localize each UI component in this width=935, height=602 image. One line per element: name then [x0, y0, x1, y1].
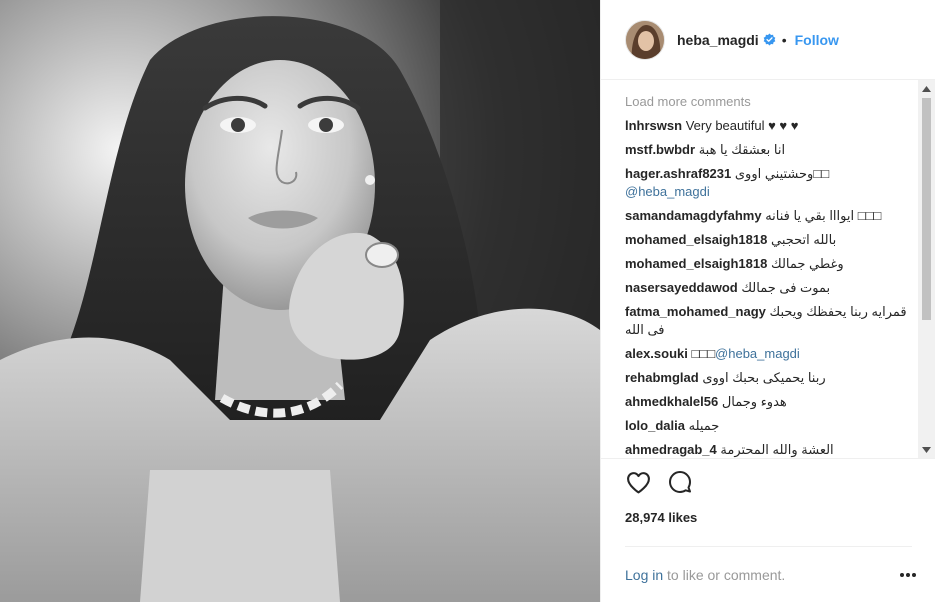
avatar-image: [626, 20, 664, 59]
comment-username[interactable]: samandamagdyfahmy: [625, 208, 762, 223]
comment-username[interactable]: ahmedragab_4: [625, 442, 717, 457]
comment-text: انا بعشقك يا هبة: [695, 142, 786, 157]
comment-item: ahmedragab_4 العشة والله المحترمة: [625, 441, 915, 458]
comment-item: lolo_dalia جميله: [625, 417, 915, 435]
comments-list[interactable]: Load more comments lnhrswsn Very beautif…: [601, 80, 935, 458]
comment-item: hager.ashraf8231 وحشتيني اووى□□ @heba_mag…: [625, 165, 915, 201]
comment-item: mstf.bwbdr انا بعشقك يا هبة: [625, 141, 915, 159]
comment-item: rehabmglad ربنا يحميكى بحبك اووى: [625, 369, 915, 387]
comment-item: samandamagdyfahmy ايوااا بقي يا فنانه □□…: [625, 207, 915, 225]
comment-item: alex.souki □□□@heba_magdi: [625, 345, 915, 363]
comment-username[interactable]: rehabmglad: [625, 370, 699, 385]
comment-item: mohamed_elsaigh1818 وغطي جمالك: [625, 255, 915, 273]
comment-item: nasersayeddawod بموت فى جمالك: [625, 279, 915, 297]
comment-text: العشة والله المحترمة: [716, 442, 834, 457]
comment-text: بموت فى جمالك: [737, 280, 831, 295]
avatar[interactable]: [625, 19, 665, 60]
comment-username[interactable]: ahmedkhalel56: [625, 394, 718, 409]
comment-username[interactable]: lnhrswsn: [625, 118, 682, 133]
comment-mention[interactable]: @heba_magdi: [715, 346, 800, 361]
scrollbar-thumb[interactable]: [922, 98, 931, 320]
comment-text: بالله اتحجبي: [767, 232, 837, 247]
comment-username[interactable]: hager.ashraf8231: [625, 166, 731, 181]
more-options-icon[interactable]: [900, 572, 916, 577]
post-footer: Log in to like or comment.: [625, 546, 916, 602]
comment-item: lnhrswsn Very beautiful ♥ ♥ ♥: [625, 117, 915, 135]
comment-username[interactable]: mohamed_elsaigh1818: [625, 232, 767, 247]
header-separator: •: [781, 31, 787, 48]
post-header: heba_magdi • Follow: [601, 0, 935, 80]
scroll-up-arrow-icon[interactable]: [918, 80, 935, 97]
follow-button[interactable]: Follow: [795, 32, 839, 48]
comment-text: Very beautiful ♥ ♥ ♥: [682, 118, 799, 133]
post-username[interactable]: heba_magdi: [677, 32, 759, 48]
comment-text: ايوااا بقي يا فنانه □□□: [761, 208, 882, 223]
post-actions: 28,974 likes: [601, 458, 935, 548]
login-prompt-text: to like or comment.: [663, 566, 786, 583]
action-icons: [625, 469, 912, 495]
comment-username[interactable]: mohamed_elsaigh1818: [625, 256, 767, 271]
comment-username[interactable]: nasersayeddawod: [625, 280, 738, 295]
comment-text: جميله: [684, 418, 720, 433]
comment-item: fatma_mohamed_nagy قمرايه ربنا يحفظك ويح…: [625, 303, 915, 339]
heart-icon[interactable]: [625, 469, 651, 495]
comment-username[interactable]: alex.souki: [625, 346, 688, 361]
comment-username[interactable]: lolo_dalia: [625, 418, 685, 433]
comment-item: ahmedkhalel56 هدوء وجمال: [625, 393, 915, 411]
scroll-down-arrow-icon[interactable]: [918, 441, 935, 458]
verified-badge-icon: [763, 33, 776, 46]
comment-text: وحشتيني اووى□□: [731, 166, 830, 181]
post-photo[interactable]: [0, 0, 600, 602]
comment-item: mohamed_elsaigh1818 بالله اتحجبي: [625, 231, 915, 249]
login-link[interactable]: Log in: [625, 567, 663, 583]
likes-count[interactable]: 28,974 likes: [625, 510, 912, 525]
comment-text: وغطي جمالك: [767, 256, 844, 271]
comment-username[interactable]: fatma_mohamed_nagy: [625, 304, 766, 319]
portrait-image: [0, 0, 600, 602]
comment-text: ربنا يحميكى بحبك اووى: [698, 370, 826, 385]
post-side-panel: heba_magdi • Follow Load more comments l…: [600, 0, 935, 602]
comment-bubble-icon[interactable]: [667, 469, 693, 495]
comment-text: □□□: [687, 346, 716, 361]
comment-mention[interactable]: @heba_magdi: [625, 184, 710, 199]
load-more-comments-button[interactable]: Load more comments: [625, 94, 912, 109]
comments-scrollbar[interactable]: [918, 80, 935, 458]
comment-username[interactable]: mstf.bwbdr: [625, 142, 695, 157]
login-prompt: Log in to like or comment.: [625, 567, 785, 583]
comment-text: هدوء وجمال: [718, 394, 787, 409]
